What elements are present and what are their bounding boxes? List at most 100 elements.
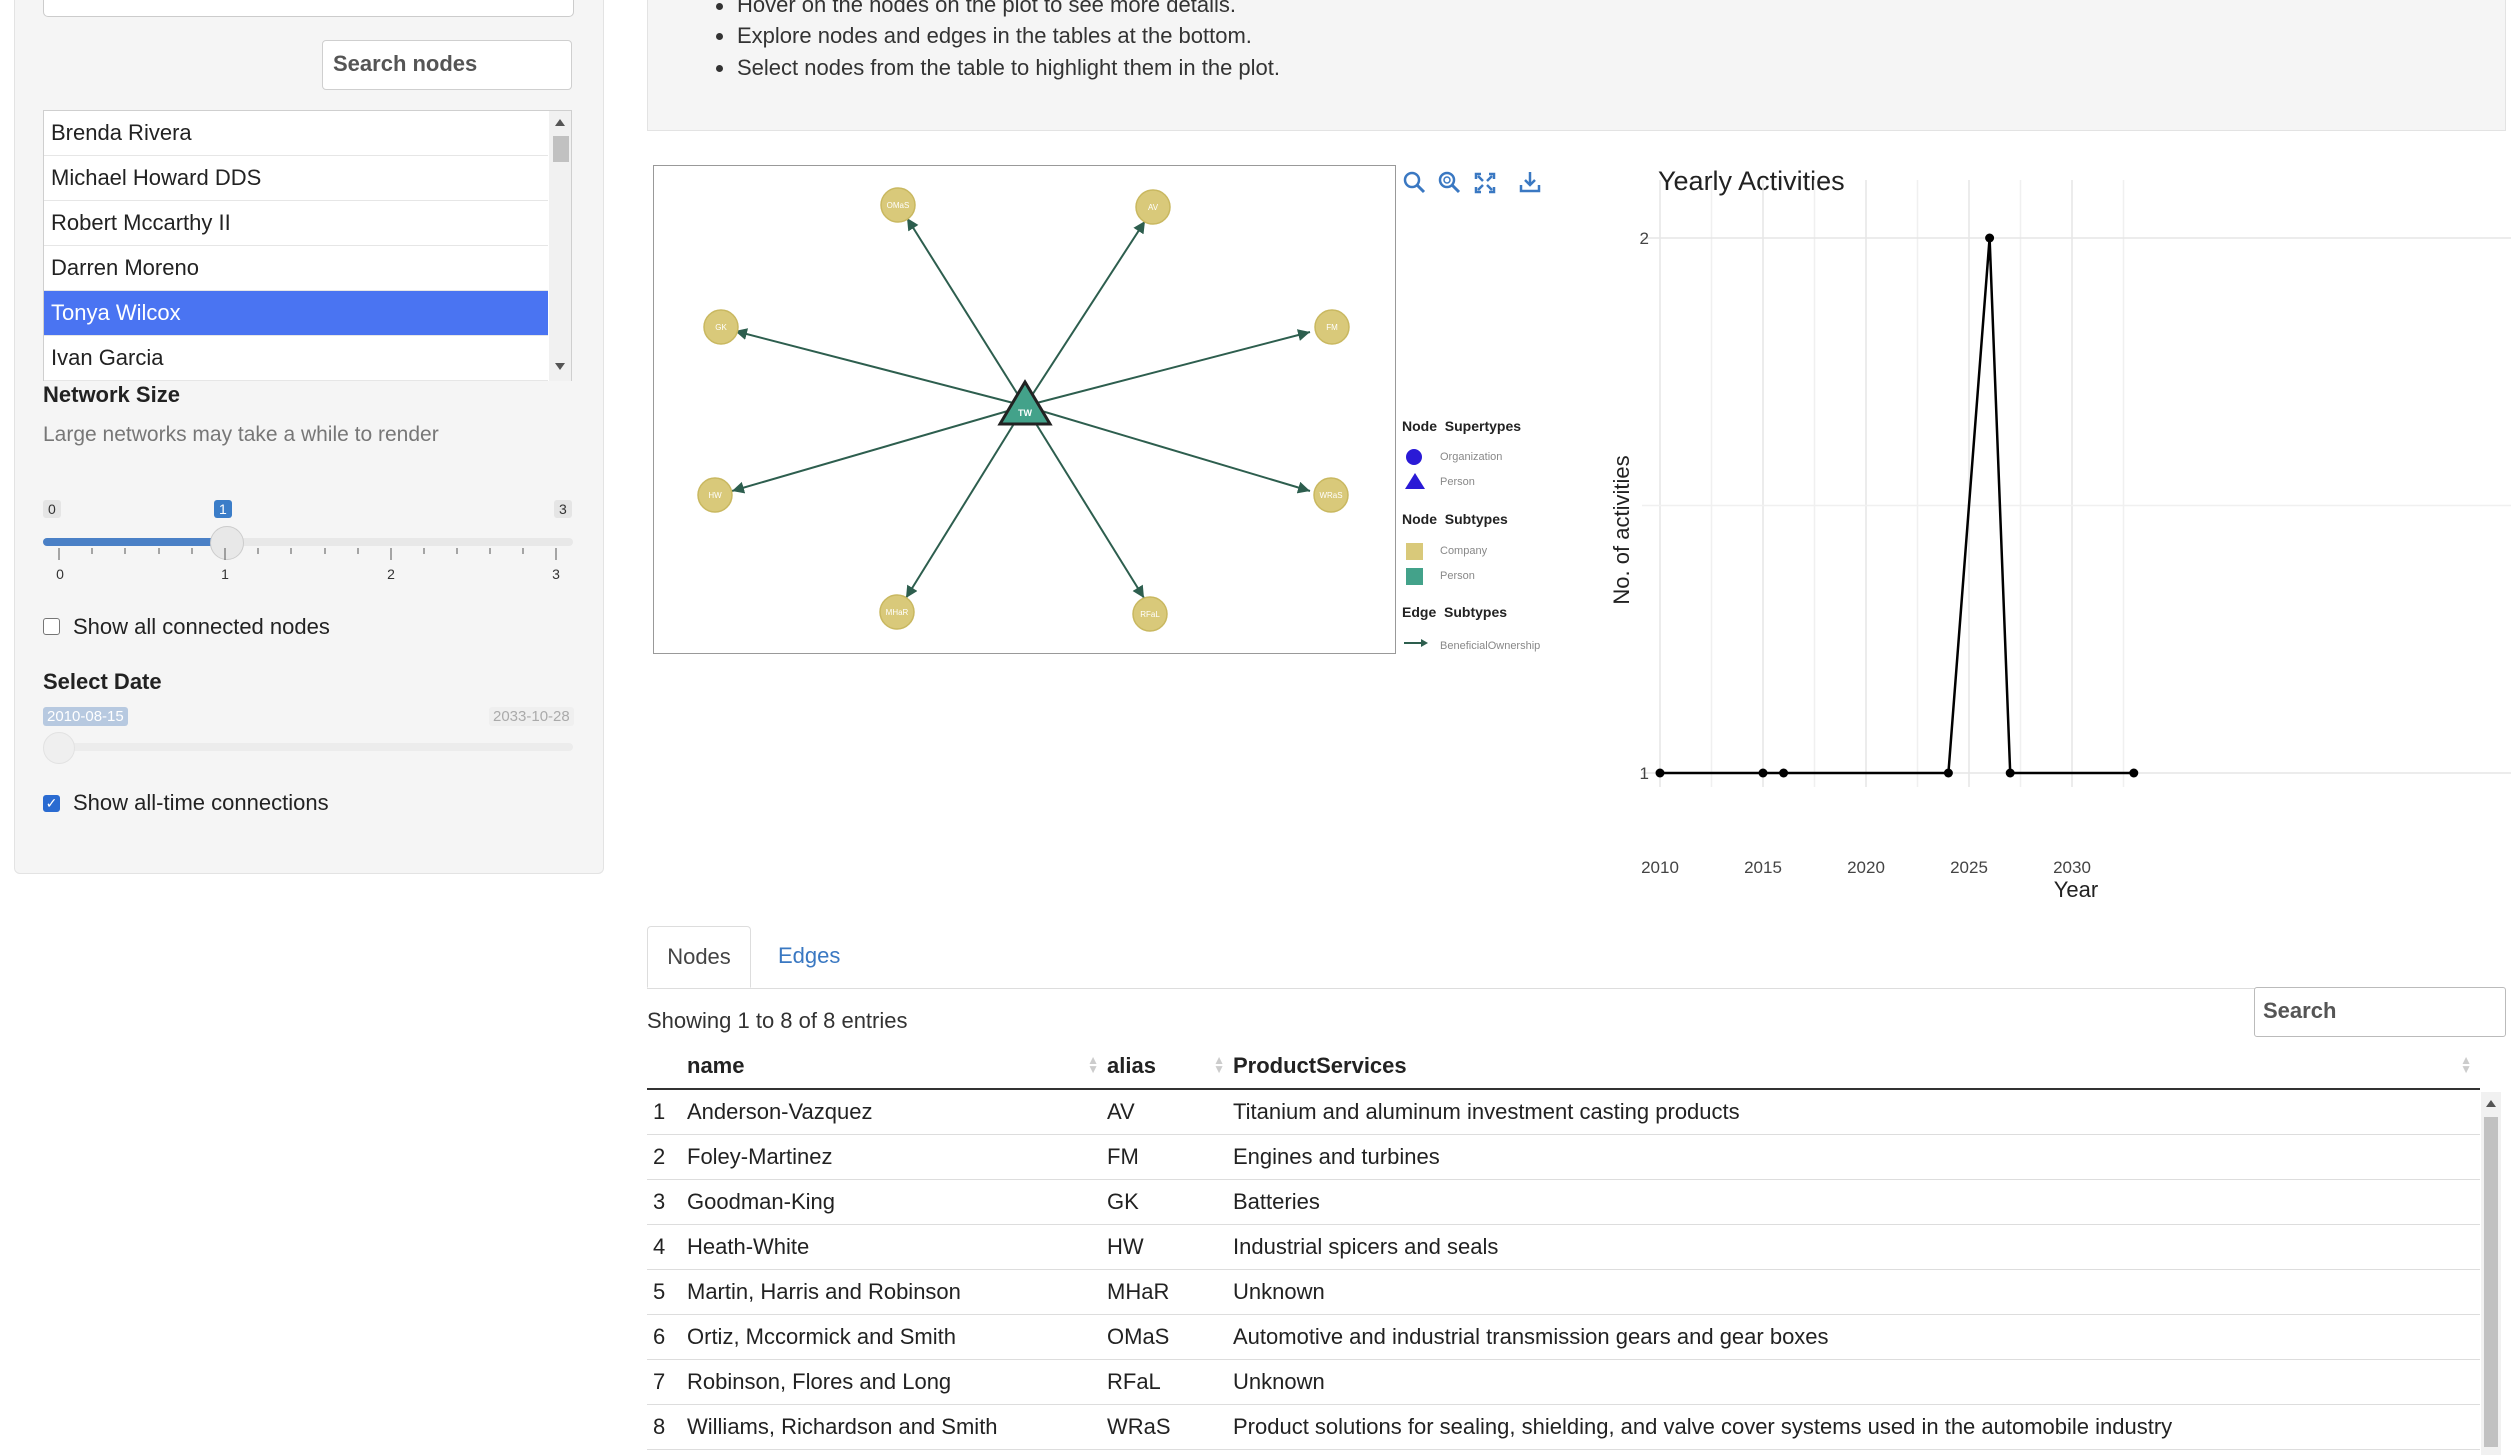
node-label: RFaL bbox=[1140, 610, 1160, 619]
yearly-activities-chart[interactable]: Yearly Activities 2010 2015 2020 2025 2030 1 2… bbox=[1600, 160, 2511, 910]
download-icon[interactable] bbox=[1518, 170, 1542, 194]
table-row[interactable]: 7 Robinson, Flores and Long RFaL Unknown bbox=[647, 1359, 2480, 1405]
productservices-cell: Unknown bbox=[1233, 1269, 2480, 1315]
sort-icon[interactable]: ▲ ▼ bbox=[1213, 1054, 1225, 1075]
data-point bbox=[1779, 768, 1789, 778]
date-start-label: 2010-08-15 bbox=[43, 707, 128, 726]
date-slider-handle[interactable] bbox=[43, 732, 75, 764]
data-point bbox=[2129, 768, 2139, 778]
network-edge bbox=[1024, 329, 1311, 407]
slider-min-label: 0 bbox=[43, 500, 61, 518]
scroll-thumb[interactable] bbox=[2484, 1117, 2498, 1447]
network-size-label: Network Size bbox=[43, 382, 180, 407]
table-info: Showing 1 to 8 of 8 entries bbox=[647, 1008, 908, 1033]
table-row[interactable]: 8 Williams, Richardson and Smith WRaS Produ… bbox=[647, 1404, 2480, 1450]
node-label: MHaR bbox=[886, 608, 909, 617]
x-tick-label: 2015 bbox=[1744, 858, 1782, 877]
scroll-thumb[interactable] bbox=[553, 136, 569, 162]
node-label: GK bbox=[715, 323, 727, 332]
x-axis-label: Year bbox=[2054, 877, 2098, 902]
column-header-name[interactable]: name ▲ ▼ bbox=[687, 1044, 1107, 1090]
x-tick-label: 2025 bbox=[1950, 858, 1988, 877]
node-label: FM bbox=[1326, 323, 1338, 332]
alias-cell: GK bbox=[1107, 1179, 1233, 1225]
list-item[interactable]: Michael Howard DDS bbox=[44, 156, 548, 201]
productservices-cell: Automotive and industrial transmission g… bbox=[1233, 1314, 2480, 1360]
legend-person-swatch bbox=[1406, 568, 1423, 585]
network-edge bbox=[1024, 405, 1311, 494]
scroll-up-icon[interactable] bbox=[2486, 1100, 2496, 1107]
search-nodes-input[interactable]: Search nodes bbox=[322, 40, 572, 90]
zoom-icon[interactable] bbox=[1402, 170, 1428, 196]
table-row[interactable]: 4 Heath-White HW Industrial spicers and sea… bbox=[647, 1224, 2480, 1270]
list-scrollbar[interactable] bbox=[549, 111, 571, 381]
slider-tick-label: 0 bbox=[56, 566, 64, 582]
column-header-productservices[interactable]: ProductServices ▲ ▼ bbox=[1233, 1044, 2480, 1090]
sort-icon[interactable]: ▲ ▼ bbox=[2460, 1054, 2472, 1075]
slider-ticks bbox=[58, 548, 557, 560]
scroll-down-icon[interactable] bbox=[555, 363, 565, 370]
legend-item: Company bbox=[1440, 545, 1488, 557]
legend-title: Edge Subtypes bbox=[1402, 604, 1508, 620]
legend-triangle-icon bbox=[1405, 473, 1425, 489]
column-header-index bbox=[647, 1044, 687, 1090]
legend-circle-icon bbox=[1406, 449, 1422, 465]
show-connected-checkbox[interactable] bbox=[43, 618, 60, 635]
network-svg: OMaS AV GK FM HW WRaS MHaR RFaL TW bbox=[697, 187, 1350, 632]
name-cell: Ortiz, Mccormick and Smith bbox=[687, 1314, 1107, 1360]
instruction-item: Select nodes from the table to highlight… bbox=[737, 55, 1280, 80]
table-row[interactable]: 5 Martin, Harris and Robinson MHaR Unknown bbox=[647, 1269, 2480, 1315]
chart-svg: Yearly Activities 2010 2015 2020 2025 2030 1 2… bbox=[1609, 166, 2511, 902]
alias-cell: AV bbox=[1107, 1089, 1233, 1135]
table-scrollbar[interactable] bbox=[2481, 1092, 2501, 1455]
row-index-cell: 6 bbox=[647, 1314, 687, 1360]
list-item-selected[interactable]: Tonya Wilcox bbox=[44, 291, 548, 336]
table-search-input[interactable]: Search bbox=[2254, 987, 2506, 1037]
row-index-cell: 2 bbox=[647, 1134, 687, 1180]
table-row[interactable]: 2 Foley-Martinez FM Engines and turbines bbox=[647, 1134, 2480, 1180]
x-tick-label: 2030 bbox=[2053, 858, 2091, 877]
node-label: HW bbox=[708, 491, 722, 500]
y-tick-label: 1 bbox=[1640, 764, 1649, 783]
node-label: WRaS bbox=[1319, 491, 1342, 500]
list-item[interactable]: Robert Mccarthy II bbox=[44, 201, 548, 246]
instruction-item: Hover on the nodes on the plot to see mo… bbox=[737, 0, 1236, 17]
legend-title: Node Supertypes bbox=[1402, 418, 1522, 434]
show-alltime-checkbox[interactable]: ✓ bbox=[43, 795, 60, 812]
scroll-up-icon[interactable] bbox=[555, 119, 565, 126]
list-item[interactable]: Ivan Garcia bbox=[44, 336, 548, 381]
zoom-in-icon[interactable] bbox=[1437, 170, 1463, 196]
y-axis-label: No. of activities bbox=[1609, 455, 1634, 604]
select-input[interactable] bbox=[43, 0, 574, 17]
list-item[interactable]: Darren Moreno bbox=[44, 246, 548, 291]
tab-nodes[interactable]: Nodes bbox=[647, 926, 751, 988]
legend-title: Node Subtypes bbox=[1402, 511, 1508, 527]
row-index-cell: 5 bbox=[647, 1269, 687, 1315]
column-header-alias[interactable]: alias ▲ ▼ bbox=[1107, 1044, 1233, 1090]
legend-edge-icon bbox=[1404, 639, 1428, 647]
slider-max-label: 3 bbox=[554, 500, 572, 518]
sort-icon[interactable]: ▲ ▼ bbox=[1087, 1054, 1099, 1075]
slider-tick-label: 3 bbox=[552, 566, 560, 582]
data-point bbox=[1943, 768, 1953, 778]
table-row[interactable]: 3 Goodman-King GK Batteries bbox=[647, 1179, 2480, 1225]
fullscreen-icon[interactable] bbox=[1474, 172, 1496, 194]
data-point bbox=[1758, 768, 1768, 778]
date-slider-track[interactable] bbox=[43, 743, 573, 751]
legend-item: Organization bbox=[1440, 451, 1503, 463]
node-label: AV bbox=[1148, 203, 1159, 212]
table-row[interactable]: 1 Anderson-Vazquez AV Titanium and aluminum… bbox=[647, 1089, 2480, 1135]
slider-tick-label: 2 bbox=[387, 566, 395, 582]
list-item[interactable]: Brenda Rivera bbox=[44, 111, 548, 156]
node-listbox[interactable]: Brenda Rivera Michael Howard DDS Robert … bbox=[43, 110, 572, 381]
row-index-cell: 8 bbox=[647, 1404, 687, 1450]
network-graph[interactable]: OMaS AV GK FM HW WRaS MHaR RFaL TW bbox=[653, 165, 1396, 654]
tabs-divider bbox=[647, 988, 2504, 989]
productservices-cell: Engines and turbines bbox=[1233, 1134, 2480, 1180]
network-edge bbox=[906, 217, 1026, 407]
date-end-label: 2033-10-28 bbox=[489, 707, 574, 726]
alias-cell: MHaR bbox=[1107, 1269, 1233, 1315]
table-row[interactable]: 6 Ortiz, Mccormick and Smith OMaS Automotiv… bbox=[647, 1314, 2480, 1360]
name-cell: Anderson-Vazquez bbox=[687, 1089, 1107, 1135]
tab-edges[interactable]: Edges bbox=[778, 943, 840, 969]
